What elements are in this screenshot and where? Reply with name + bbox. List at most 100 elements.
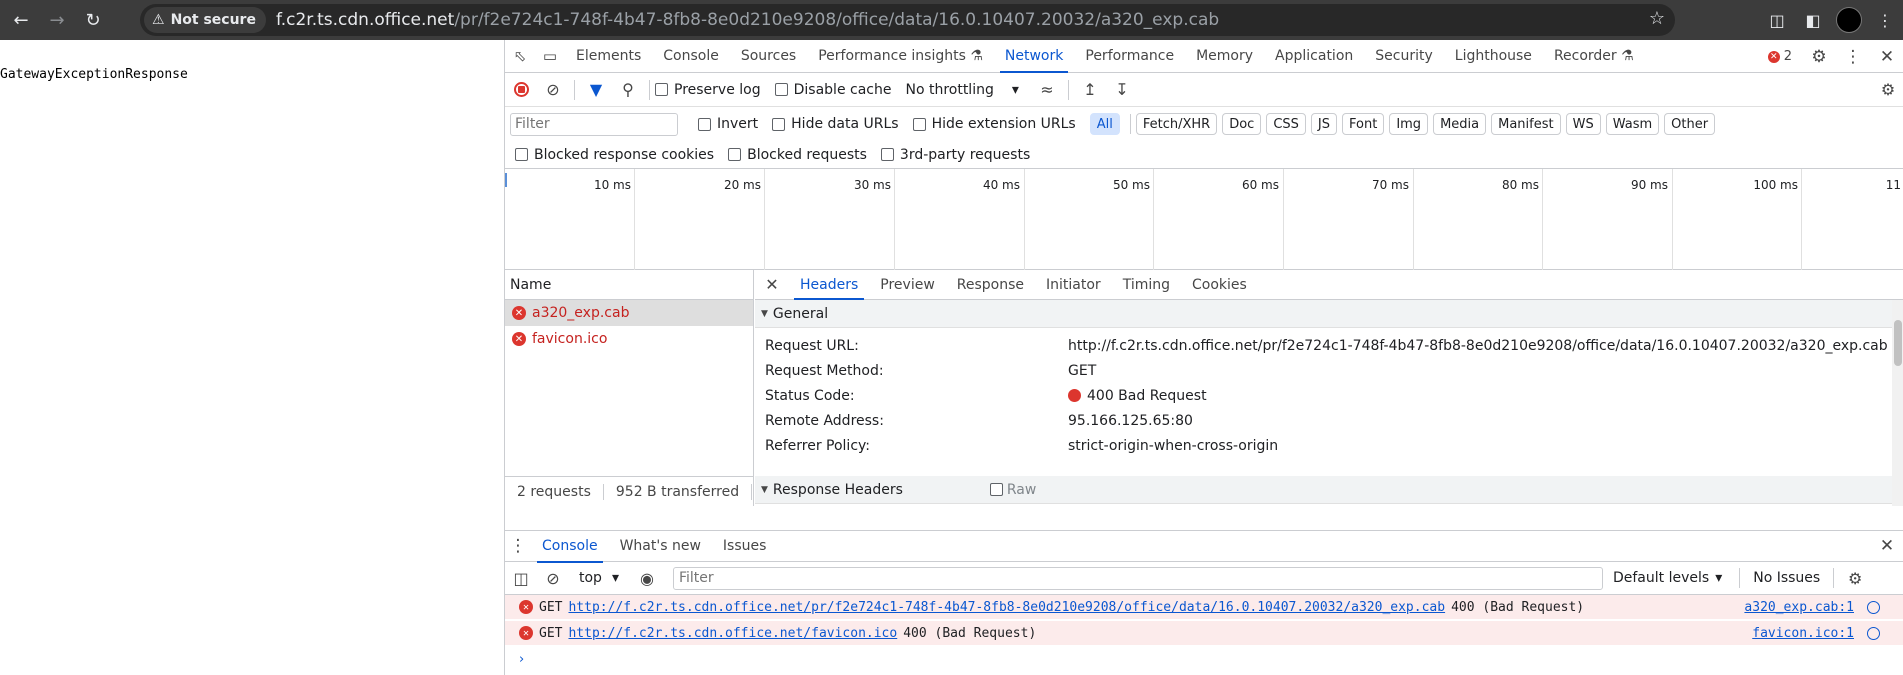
- message-source-link[interactable]: a320_exp.cab:1: [1744, 600, 1854, 615]
- settings-gear-icon[interactable]: ⚙: [1802, 40, 1836, 73]
- clear-console-icon[interactable]: ⊘: [537, 561, 569, 595]
- type-filter-other[interactable]: Other: [1664, 113, 1716, 135]
- response-headers-section-header[interactable]: ▼ Response Headers Raw: [755, 476, 1903, 504]
- console-filter-input[interactable]: [672, 566, 1603, 590]
- type-filter-fetch-xhr[interactable]: Fetch/XHR: [1135, 113, 1218, 135]
- tab-network[interactable]: Network: [994, 40, 1074, 73]
- drawer-menu-icon[interactable]: ⋮: [505, 530, 531, 563]
- forward-icon[interactable]: →: [42, 5, 72, 35]
- context-select[interactable]: top ▾: [579, 570, 619, 586]
- browser-menu-icon[interactable]: ⋮: [1867, 0, 1903, 40]
- request-row[interactable]: ✕ favicon.ico: [505, 326, 753, 352]
- close-drawer-icon[interactable]: ✕: [1870, 530, 1903, 563]
- console-prompt-icon[interactable]: ›: [505, 647, 1903, 671]
- security-chip[interactable]: ⚠ Not secure: [144, 7, 266, 33]
- profile-avatar[interactable]: [1831, 0, 1867, 40]
- tab-console[interactable]: Console: [652, 40, 730, 73]
- tab-lighthouse[interactable]: Lighthouse: [1444, 40, 1543, 73]
- type-filter-media[interactable]: Media: [1433, 113, 1487, 135]
- hide-data-urls-checkbox[interactable]: Hide data URLs: [772, 116, 899, 132]
- type-filter-css[interactable]: CSS: [1266, 113, 1306, 135]
- request-list-header[interactable]: Name: [505, 270, 753, 300]
- record-icon[interactable]: [505, 73, 537, 107]
- message-verb: GET: [539, 599, 563, 615]
- raw-label: Raw: [1006, 481, 1037, 498]
- tab-memory[interactable]: Memory: [1185, 40, 1264, 73]
- reload-icon[interactable]: ↻: [78, 5, 108, 35]
- url-text[interactable]: f.c2r.ts.cdn.office.net/pr/f2e724c1-748f…: [276, 10, 1219, 30]
- close-devtools-icon[interactable]: ✕: [1870, 40, 1903, 73]
- triangle-down-icon: ▼: [761, 308, 768, 319]
- preserve-log-checkbox[interactable]: Preserve log: [655, 82, 761, 98]
- divider: [1833, 568, 1835, 588]
- tab-recorder[interactable]: Recorder ⚗: [1543, 40, 1645, 73]
- console-settings-gear-icon[interactable]: ⚙: [1839, 561, 1871, 595]
- drawer-tab-whats-new[interactable]: What's new: [609, 530, 712, 563]
- export-har-icon[interactable]: ↧: [1106, 73, 1138, 107]
- details-scrollbar[interactable]: [1892, 300, 1903, 506]
- drawer-tab-console[interactable]: Console: [531, 530, 609, 563]
- raw-checkbox[interactable]: Raw: [989, 481, 1037, 498]
- blocked-requests-checkbox[interactable]: Blocked requests: [728, 147, 867, 163]
- tab-cookies[interactable]: Cookies: [1181, 270, 1258, 300]
- address-bar[interactable]: ⚠ Not secure f.c2r.ts.cdn.office.net/pr/…: [140, 4, 1675, 36]
- type-filter-ws[interactable]: WS: [1565, 113, 1601, 135]
- request-row[interactable]: ✕ a320_exp.cab: [505, 300, 753, 326]
- third-party-checkbox[interactable]: 3rd-party requests: [880, 147, 1030, 163]
- type-filter-doc[interactable]: Doc: [1222, 113, 1262, 135]
- live-expression-eye-icon[interactable]: ◉: [631, 561, 663, 595]
- network-filter-input[interactable]: [510, 112, 678, 136]
- side-panel-icon[interactable]: ◧: [1795, 0, 1831, 40]
- tab-security[interactable]: Security: [1364, 40, 1444, 73]
- tab-timing[interactable]: Timing: [1112, 270, 1181, 300]
- network-globe-icon[interactable]: [1867, 626, 1880, 640]
- type-filter-wasm[interactable]: Wasm: [1605, 113, 1660, 135]
- type-filter-img[interactable]: Img: [1389, 113, 1429, 135]
- type-filter-all[interactable]: All: [1089, 113, 1120, 135]
- tab-performance[interactable]: Performance: [1074, 40, 1185, 73]
- tab-response[interactable]: Response: [946, 270, 1035, 300]
- checkbox-box: [728, 148, 742, 161]
- tab-performance-insights[interactable]: Performance insights ⚗: [807, 40, 994, 73]
- console-sidebar-icon[interactable]: ◫: [505, 561, 537, 595]
- type-filter-js[interactable]: JS: [1310, 113, 1337, 135]
- tab-elements[interactable]: Elements: [565, 40, 652, 73]
- tab-application[interactable]: Application: [1264, 40, 1364, 73]
- tab-headers[interactable]: Headers: [789, 270, 869, 300]
- throttling-select[interactable]: No throttling ▾: [905, 82, 1018, 98]
- log-levels-select[interactable]: Default levels ▾: [1613, 570, 1722, 586]
- hide-extension-urls-checkbox[interactable]: Hide extension URLs: [912, 116, 1076, 132]
- type-filter-manifest[interactable]: Manifest: [1491, 113, 1561, 135]
- scrollbar-thumb[interactable]: [1894, 320, 1902, 366]
- blocked-cookies-checkbox[interactable]: Blocked response cookies: [515, 147, 714, 163]
- extensions-icon[interactable]: ◫: [1759, 0, 1795, 40]
- devtools-menu-icon[interactable]: ⋮: [1836, 40, 1870, 73]
- device-toolbar-icon[interactable]: ▭: [535, 40, 565, 73]
- inspect-element-icon[interactable]: ⬁: [505, 40, 535, 73]
- search-icon[interactable]: ⚲: [612, 73, 644, 107]
- message-url-link[interactable]: http://f.c2r.ts.cdn.office.net/favicon.i…: [568, 626, 897, 641]
- tab-preview[interactable]: Preview: [869, 270, 946, 300]
- close-details-icon[interactable]: ✕: [755, 275, 789, 294]
- network-globe-icon[interactable]: [1867, 600, 1880, 614]
- tab-initiator[interactable]: Initiator: [1035, 270, 1112, 300]
- clear-icon[interactable]: ⊘: [537, 73, 569, 107]
- message-source-link[interactable]: favicon.ico:1: [1752, 626, 1854, 641]
- import-har-icon[interactable]: ↥: [1074, 73, 1106, 107]
- message-url-link[interactable]: http://f.c2r.ts.cdn.office.net/pr/f2e724…: [568, 600, 1445, 615]
- network-overview-timeline[interactable]: 10 ms 20 ms 30 ms 40 ms 50 ms 60 ms 70 m…: [505, 169, 1903, 270]
- invert-checkbox[interactable]: Invert: [698, 116, 758, 132]
- disable-cache-checkbox[interactable]: Disable cache: [774, 82, 891, 98]
- header-key: Request URL:: [765, 337, 859, 354]
- filter-funnel-icon[interactable]: ▼: [580, 73, 612, 107]
- issues-counter[interactable]: No Issues: [1745, 570, 1828, 586]
- error-counter[interactable]: ✕ 2: [1758, 49, 1802, 64]
- bookmark-star-icon[interactable]: ☆: [1649, 8, 1665, 29]
- type-filter-font[interactable]: Font: [1342, 113, 1385, 135]
- drawer-tab-issues[interactable]: Issues: [712, 530, 778, 563]
- network-settings-gear-icon[interactable]: ⚙: [1872, 73, 1903, 107]
- tab-sources[interactable]: Sources: [730, 40, 807, 73]
- network-conditions-icon[interactable]: ≈: [1031, 73, 1063, 107]
- back-icon[interactable]: ←: [6, 5, 36, 35]
- general-section-header[interactable]: ▼ General: [755, 300, 1903, 328]
